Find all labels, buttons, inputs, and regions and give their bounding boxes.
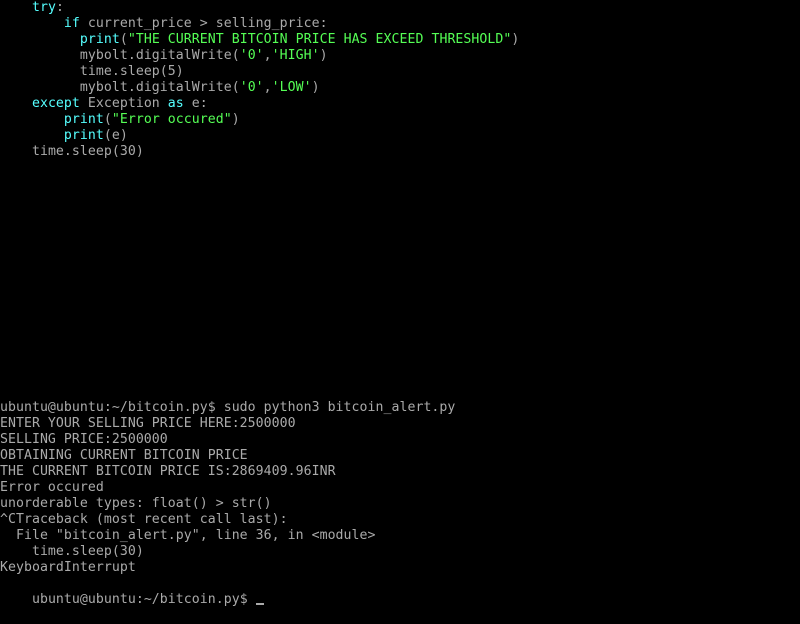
code-line: if current_price > selling_price: (0, 16, 328, 32)
prompt-line[interactable]: ubuntu@ubuntu:~/bitcoin.py$ (0, 576, 264, 607)
terminal-line: ENTER YOUR SELLING PRICE HERE:2500000 (0, 416, 296, 431)
terminal-line: KeyboardInterrupt (0, 560, 136, 575)
terminal-line: Error occured (0, 480, 104, 495)
keyword-token: print (63, 112, 104, 127)
code-line: mybolt.digitalWrite('0','LOW') (0, 80, 320, 96)
code-token: mybolt.digitalWrite( (79, 80, 240, 95)
code-line: print(e) (0, 128, 128, 144)
code-token: ) (511, 32, 520, 47)
string-token: '0' (239, 48, 264, 63)
code-token: time.sleep(5) (79, 64, 184, 79)
code-token: ( (119, 32, 128, 47)
terminal-line: ubuntu@ubuntu:~/bitcoin.py$ sudo python3… (0, 400, 456, 415)
terminal-line: THE CURRENT BITCOIN PRICE IS:2869409.96I… (0, 464, 336, 479)
string-token: "THE CURRENT BITCOIN PRICE HAS EXCEED TH… (127, 32, 512, 47)
code-token: ) (231, 112, 240, 127)
code-token: (e) (103, 128, 128, 143)
code-line: time.sleep(30) (0, 144, 144, 160)
string-token: 'HIGH' (271, 48, 320, 63)
terminal-line: File "bitcoin_alert.py", line 36, in <mo… (0, 528, 376, 543)
terminal-line: OBTAINING CURRENT BITCOIN PRICE (0, 448, 248, 463)
code-token: mybolt.digitalWrite( (79, 48, 240, 63)
keyword-token: print (63, 128, 104, 143)
terminal-line: time.sleep(30) (0, 544, 144, 559)
keyword-token: if (63, 16, 80, 31)
terminal-screen[interactable]: try: if current_price > selling_price: p… (0, 0, 800, 607)
code-token: Exception (79, 96, 168, 111)
code-token: , (263, 48, 272, 63)
code-token: ( (103, 112, 112, 127)
text-cursor (255, 603, 264, 605)
keyword-token: try (31, 0, 56, 15)
string-token: 'LOW' (271, 80, 312, 95)
code-line: print("THE CURRENT BITCOIN PRICE HAS EXC… (0, 32, 519, 48)
code-line: print("Error occured") (0, 112, 240, 128)
terminal-line: SELLING PRICE:2500000 (0, 432, 168, 447)
terminal-line: ^CTraceback (most recent call last): (0, 512, 288, 527)
code-line: try: (0, 0, 64, 16)
terminal-line: unorderable types: float() > str() (0, 496, 272, 511)
code-token: : (55, 0, 64, 15)
code-token: e: (183, 96, 208, 111)
code-token: ) (319, 48, 328, 63)
code-line: mybolt.digitalWrite('0','HIGH') (0, 48, 328, 64)
code-token: ) (311, 80, 320, 95)
code-token: current_price > selling_price: (79, 16, 328, 31)
string-token: "Error occured" (111, 112, 232, 127)
string-token: '0' (239, 80, 264, 95)
code-line: except Exception as e: (0, 96, 208, 112)
code-line: time.sleep(5) (0, 64, 184, 80)
keyword-token: except (31, 96, 80, 111)
code-token: , (263, 80, 272, 95)
keyword-token: print (79, 32, 120, 47)
keyword-token: as (167, 96, 184, 111)
code-token: time.sleep(30) (31, 144, 144, 159)
